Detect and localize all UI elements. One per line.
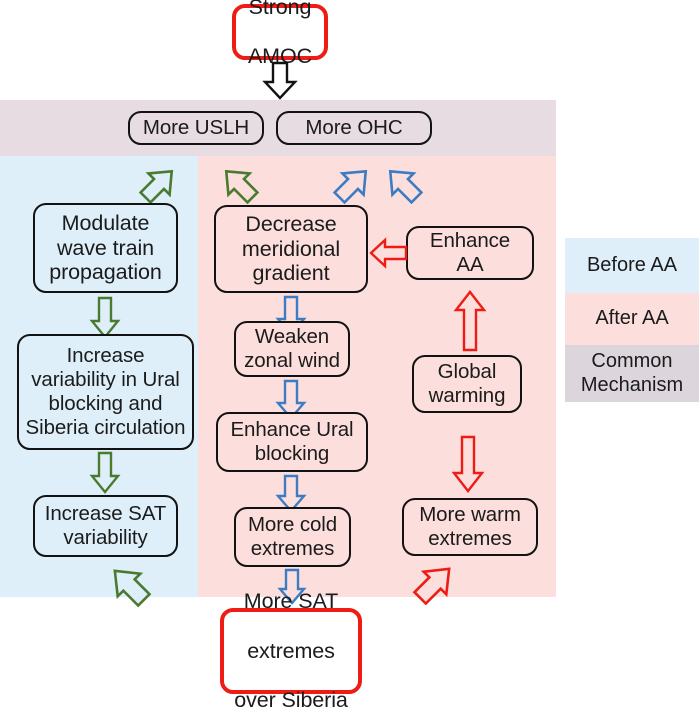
- node-decrease-meridional-gradient[interactable]: Decrease meridional gradient: [214, 205, 368, 293]
- legend-item-common-mechanism: Common Mechanism: [565, 345, 699, 402]
- node-increase-variability-ural[interactable]: Increase variability in Ural blocking an…: [17, 334, 194, 450]
- node-strong-amoc-line1: Strong: [248, 0, 312, 19]
- node-strong-amoc[interactable]: Strong AMOC: [232, 0, 328, 68]
- node-bottom-line1: More SAT: [243, 588, 339, 613]
- legend-item-before-aa: Before AA: [565, 238, 699, 293]
- node-global-warming[interactable]: Global warming: [412, 355, 522, 413]
- arrow-ohc-to-enhance-aa: [388, 169, 424, 205]
- legend: Before AA After AA Common Mechanism: [565, 238, 699, 402]
- node-more-ohc[interactable]: More OHC: [276, 111, 432, 145]
- node-more-uslh-label: More USLH: [142, 116, 250, 140]
- arrow-amoc-to-common: [262, 61, 298, 100]
- legend-item-after-aa: After AA: [565, 293, 699, 345]
- node-increase-sat-variability[interactable]: Increase SAT variability: [33, 495, 178, 557]
- node-modulate-wave-train-label: Modulate wave train propagation: [49, 210, 162, 285]
- node-decrease-meridional-gradient-label: Decrease meridional gradient: [241, 211, 341, 286]
- node-global-warming-label: Global warming: [428, 360, 506, 407]
- flowchart-canvas: Strong AMOC More USLH More OHC Modulate …: [0, 0, 699, 712]
- node-more-uslh[interactable]: More USLH: [128, 111, 264, 145]
- arrow-uslh-to-decrease-gradient: [224, 169, 260, 205]
- node-modulate-wave-train[interactable]: Modulate wave train propagation: [33, 203, 178, 293]
- arrow-enhance-aa-to-decrease-gradient: [369, 237, 408, 269]
- legend-item-common-mechanism-label: Common Mechanism: [580, 350, 684, 396]
- arrow-ohc-to-decrease-gradient: [332, 169, 368, 205]
- node-increase-sat-variability-label: Increase SAT variability: [44, 502, 167, 549]
- arrow-modulate-to-increase-variability: [89, 296, 121, 339]
- arrow-increase-sat-to-more-sat-extremes: [113, 569, 152, 608]
- arrow-more-warm-to-more-sat-extremes: [412, 567, 451, 606]
- node-more-ohc-label: More OHC: [305, 116, 403, 140]
- arrow-global-warming-to-enhance-aa: [453, 290, 487, 352]
- node-weaken-zonal-wind[interactable]: Weaken zonal wind: [234, 321, 350, 377]
- node-more-warm-extremes[interactable]: More warm extremes: [402, 498, 538, 556]
- node-more-cold-extremes-label: More cold extremes: [247, 513, 338, 560]
- node-bottom-line2: extremes: [247, 638, 335, 663]
- node-bottom-line3: over Siberia: [234, 688, 348, 713]
- node-enhance-ural-blocking[interactable]: Enhance Ural blocking: [216, 412, 368, 472]
- node-more-cold-extremes[interactable]: More cold extremes: [234, 507, 351, 567]
- arrow-increase-variability-to-increase-sat: [89, 451, 121, 494]
- legend-item-before-aa-label: Before AA: [586, 253, 678, 276]
- node-more-warm-extremes-label: More warm extremes: [419, 503, 521, 550]
- node-enhance-ural-blocking-label: Enhance Ural blocking: [230, 418, 354, 465]
- node-increase-variability-ural-label: Increase variability in Ural blocking an…: [25, 344, 186, 439]
- node-enhance-aa[interactable]: Enhance AA: [406, 226, 534, 280]
- node-weaken-zonal-wind-label: Weaken zonal wind: [244, 325, 340, 372]
- arrow-global-warming-to-more-warm: [451, 435, 485, 493]
- arrow-uslh-to-modulate: [138, 169, 174, 205]
- legend-item-after-aa-label: After AA: [595, 307, 669, 330]
- node-enhance-aa-label: Enhance AA: [429, 229, 511, 276]
- node-more-sat-extremes-over-siberia[interactable]: More SAT extremes over Siberia: [220, 589, 362, 712]
